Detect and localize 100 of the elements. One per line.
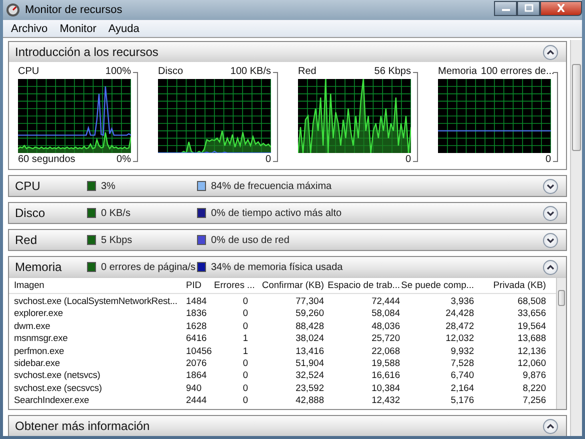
table-cell-text: msnmsgr.exe	[14, 332, 69, 345]
table-cell-text: 19,564	[516, 320, 546, 332]
table-cell-text: 10,384	[370, 382, 400, 394]
graph-minimum: 0	[405, 154, 411, 166]
table-cell-text: 8,220	[522, 382, 546, 394]
table-cell-text: 51,904	[294, 356, 324, 370]
table-cell-text: 12,032	[444, 332, 474, 345]
graph-minimum: 0	[265, 154, 271, 166]
table-cell-text: 0	[242, 382, 249, 394]
table-cell-text: 77,304	[294, 295, 324, 308]
table-cell-text: 25,720	[370, 332, 400, 345]
table-cell-text: 88,428	[294, 320, 324, 332]
section-header[interactable]: CPU 3% 84% de frecuencia máxima	[9, 176, 566, 196]
section-header[interactable]: Disco 0 KB/s 0% de tiempo activo más alto	[9, 203, 566, 223]
table-cell-text: 6,740	[450, 369, 474, 382]
table-cell-text: 68,508	[516, 295, 546, 308]
column-header[interactable]: Espacio de trab...	[324, 278, 400, 293]
table-cell-text: 12,432	[370, 394, 400, 407]
table-cell-text: svchost.exe (LocalSystemNetworkRest...	[14, 295, 178, 308]
graph-title: CPU	[18, 66, 40, 78]
table-cell-text: 72,444	[370, 295, 400, 308]
table-cell-text: 2076	[186, 356, 208, 370]
close-button[interactable]	[540, 0, 582, 16]
expand-button[interactable]	[543, 206, 558, 220]
column-header[interactable]: PID	[186, 278, 214, 293]
table-cell-text: 12,136	[516, 344, 546, 357]
metric-text: 84% de frecuencia máxima	[211, 180, 332, 192]
graph-scale: 100 errores de...	[480, 66, 554, 78]
metric-text: 0 KB/s	[101, 208, 130, 218]
graph-scale: 100%	[105, 66, 131, 78]
graph-minimum: 0	[545, 154, 551, 166]
section-title: Memoria	[15, 260, 63, 274]
column-header[interactable]: Privada (KB)	[474, 278, 546, 293]
table-cell-text: 7,256	[522, 394, 546, 407]
table-cell-text: 1484	[186, 295, 208, 308]
menu-item[interactable]: Archivo	[11, 22, 48, 34]
scrollbar[interactable]	[556, 278, 566, 409]
table-cell-text: 13,416	[294, 344, 324, 357]
table-cell-text: 59,260	[294, 307, 324, 320]
column-header[interactable]: Confirmar (KB)	[254, 278, 324, 293]
table-cell-text: sidebar.exe	[14, 356, 61, 370]
graph-title: Memoria	[438, 66, 477, 78]
table-cell-text: 0	[242, 320, 249, 332]
expand-button[interactable]	[543, 232, 558, 248]
window-title: Monitor de recursos	[25, 4, 122, 16]
table-cell-text: 23,592	[294, 382, 324, 394]
minimize-button[interactable]	[494, 0, 517, 16]
metric-text: 0% de uso de red	[211, 234, 290, 246]
table-cell-text: 0	[242, 307, 249, 320]
table-cell-text: 1	[242, 344, 249, 357]
table-cell-text: 33,656	[516, 307, 546, 320]
section-header[interactable]: Memoria 0 errores de página/s 34% de memoria física usada	[9, 257, 566, 277]
table-cell-text: 6416	[186, 332, 208, 345]
scrollbar[interactable]	[570, 40, 582, 436]
table-cell-text: 19,588	[370, 356, 400, 370]
metric-text: 0% de tiempo activo más alto	[211, 208, 342, 218]
table-cell-text: 0	[242, 369, 249, 382]
table-cell-text: 9,876	[522, 369, 546, 382]
table-cell-text: 0	[242, 394, 249, 407]
table-cell-text: SearchIndexer.exe	[14, 394, 90, 407]
table-cell-text: 3,936	[450, 295, 474, 308]
menu-item[interactable]: Ayuda	[108, 22, 140, 34]
section-title: Red	[15, 233, 38, 247]
table-cell-text: 13,688	[516, 332, 546, 345]
table-cell-text: 9,932	[450, 344, 474, 357]
section-header[interactable]: Red 5 Kbps 0% de uso de red	[9, 230, 566, 250]
close-icon	[556, 4, 566, 12]
table-cell-text: dwm.exe	[14, 320, 52, 332]
table-cell-text: 58,084	[370, 307, 400, 320]
section-header[interactable]: Introducción a los recursos	[9, 42, 566, 62]
table-cell-text: 38,024	[294, 332, 324, 345]
section-header[interactable]: Obtener más información	[9, 416, 566, 436]
table-cell-text: 42,888	[294, 394, 324, 407]
table-cell-text: 940	[186, 382, 203, 394]
section-title: Disco	[15, 206, 46, 220]
section-title: Introducción a los recursos	[15, 45, 158, 59]
section-title: Obtener más información	[15, 419, 150, 433]
metric-text: 0 errores de página/s	[101, 262, 196, 272]
table-cell-text: 32,524	[294, 369, 324, 382]
column-header[interactable]: Errores ...	[214, 278, 254, 293]
table-cell-text: 1864	[186, 369, 208, 382]
column-header[interactable]: Imagen	[14, 278, 186, 293]
collapse-button[interactable]	[543, 44, 558, 60]
menu-item[interactable]: Monitor	[60, 22, 96, 34]
table-cell-text: 24,428	[444, 307, 474, 320]
table-cell-text: 1836	[186, 307, 208, 320]
column-header[interactable]: Se puede comp...	[400, 278, 474, 293]
metric-text: 3%	[101, 180, 116, 192]
maximize-button[interactable]	[517, 0, 540, 16]
gauge-icon	[6, 3, 20, 17]
table-cell-text: perfmon.exe	[14, 344, 66, 357]
collapse-button[interactable]	[543, 418, 558, 434]
collapse-button[interactable]	[543, 260, 558, 274]
table-cell-text: svchost.exe (netsvcs)	[14, 369, 102, 382]
expand-button[interactable]	[543, 178, 558, 194]
graph-title: Disco	[158, 66, 184, 78]
table-cell-text: 2444	[186, 394, 208, 407]
table-cell-text: 1628	[186, 320, 208, 332]
table-cell-text: 5,176	[450, 394, 474, 407]
table-cell-text: 0	[242, 356, 249, 370]
